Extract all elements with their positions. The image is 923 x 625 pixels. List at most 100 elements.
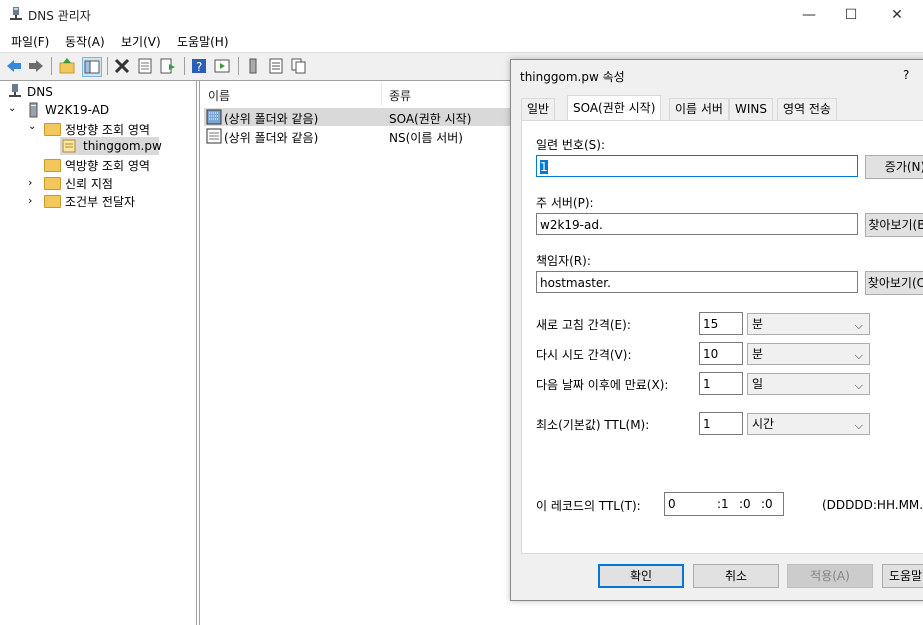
- forward-arrow-icon[interactable]: [27, 57, 45, 75]
- help-button[interactable]: 도움말: [882, 564, 923, 588]
- properties-icon[interactable]: [136, 57, 154, 75]
- expire-label: 다음 날짜 이후에 만료(X):: [536, 378, 669, 392]
- menu-file[interactable]: 파일(F): [11, 33, 49, 50]
- primary-server-input[interactable]: w2k19-ad.: [536, 213, 858, 235]
- tab-name-servers[interactable]: 이름 서버: [669, 98, 729, 120]
- back-arrow-icon[interactable]: [5, 57, 23, 75]
- record-ttl-input[interactable]: 0 :1 :0 :0: [664, 492, 784, 516]
- tree-item-conditional-forwarders[interactable]: 조건부 전달자: [65, 193, 135, 210]
- minimum-ttl-input[interactable]: 1: [699, 412, 743, 435]
- toolbar-separator: [184, 57, 185, 75]
- browse-responsible-button[interactable]: 찾아보기(O)...: [865, 271, 923, 295]
- tree-item-dns[interactable]: DNS: [27, 85, 53, 99]
- action-pane-icon[interactable]: [213, 57, 231, 75]
- minimum-ttl-label: 최소(기본값) TTL(M):: [536, 418, 650, 432]
- expire-unit-value: 일: [752, 377, 764, 391]
- refresh-interval-input[interactable]: 15: [699, 312, 743, 335]
- toolbar-separator: [51, 57, 52, 75]
- record-ttl-format-hint: (DDDDD:HH.MM.SS): [822, 498, 923, 512]
- toolbar-separator: [238, 57, 239, 75]
- chevron-down-icon[interactable]: ⌄: [28, 121, 36, 132]
- tree-item-zone-selected[interactable]: thinggom.pw: [60, 137, 162, 155]
- menu-bar: 파일(F) 동작(A) 보기(V) 도움말(H): [0, 30, 923, 52]
- maximize-button[interactable]: ☐: [828, 0, 874, 30]
- server-icon[interactable]: [244, 57, 262, 75]
- chevron-right-icon[interactable]: ›: [28, 176, 32, 189]
- copy-icon[interactable]: [290, 57, 308, 75]
- tree-item-trust-points[interactable]: 신뢰 지점: [65, 175, 113, 192]
- column-header-name[interactable]: 이름: [208, 87, 230, 104]
- up-folder-icon[interactable]: [58, 57, 76, 75]
- responsible-input[interactable]: hostmaster.: [536, 271, 858, 293]
- retry-interval-label: 다시 시도 간격(V):: [536, 348, 632, 362]
- export-icon[interactable]: [159, 57, 177, 75]
- soa-tab-panel: 일련 번호(S): 1 증가(N) 주 서버(P): w2k19-ad. 찾아보…: [521, 120, 923, 554]
- column-header-type[interactable]: 종류: [389, 87, 411, 104]
- dialog-title: thinggom.pw 속성: [520, 70, 625, 84]
- cancel-button[interactable]: 취소: [693, 564, 779, 588]
- tab-soa[interactable]: SOA(권한 시작): [567, 95, 662, 121]
- tree-item-forward-zones[interactable]: 정방향 조회 영역: [65, 121, 150, 138]
- console-tree: DNS ⌄ W2K19-AD ⌄ 정방향 조회 영역 thinggom.pw 역…: [0, 81, 197, 625]
- menu-view[interactable]: 보기(V): [121, 33, 161, 50]
- increment-button[interactable]: 증가(N): [865, 155, 923, 179]
- minimum-ttl-unit-value: 시간: [752, 417, 775, 431]
- record-icon: [206, 109, 222, 125]
- server-icon: [29, 102, 38, 118]
- refresh-unit-value: 분: [752, 317, 764, 331]
- zone-properties-dialog: thinggom.pw 속성 ? 일반 SOA(권한 시작) 이름 서버 WIN…: [510, 59, 923, 601]
- retry-unit-value: 분: [752, 347, 764, 361]
- apply-button[interactable]: 적용(A): [787, 564, 873, 588]
- record-name: (상위 폴더와 같음): [224, 131, 319, 145]
- menu-action[interactable]: 동작(A): [65, 33, 105, 50]
- table-row[interactable]: (상위 폴더와 같음) SOA(권한 시작): [204, 108, 510, 126]
- show-hide-tree-icon[interactable]: [82, 57, 102, 77]
- chevron-down-icon: ⌵: [854, 379, 863, 392]
- tab-general[interactable]: 일반: [521, 98, 556, 120]
- browse-primary-button[interactable]: 찾아보기(B)...: [865, 213, 923, 237]
- tree-item-reverse-zones[interactable]: 역방향 조회 영역: [65, 157, 150, 174]
- record-ttl-minutes: :0: [739, 497, 751, 511]
- refresh-interval-label: 새로 고침 간격(E):: [536, 318, 631, 332]
- table-row[interactable]: (상위 폴더와 같음) NS(이름 서버): [204, 127, 510, 145]
- serial-input[interactable]: 1: [536, 155, 858, 177]
- menu-help[interactable]: 도움말(H): [177, 33, 229, 50]
- chevron-right-icon[interactable]: ›: [28, 194, 32, 207]
- tree-item-zone-label: thinggom.pw: [83, 139, 162, 153]
- record-type: SOA(권한 시작): [389, 112, 472, 126]
- dns-root-icon: [9, 84, 21, 97]
- responsible-label: 책임자(R):: [536, 254, 591, 268]
- chevron-down-icon: ⌵: [854, 349, 863, 362]
- refresh-unit-select[interactable]: 분 ⌵: [747, 313, 870, 335]
- retry-unit-select[interactable]: 분 ⌵: [747, 343, 870, 365]
- ok-button[interactable]: 확인: [598, 564, 684, 588]
- record-icon: [206, 128, 222, 144]
- window-title: DNS 관리자: [28, 9, 91, 23]
- tab-wins[interactable]: WINS: [729, 98, 773, 120]
- help-icon[interactable]: ?: [190, 57, 208, 75]
- record-type: NS(이름 서버): [389, 131, 463, 145]
- dialog-help-button[interactable]: ?: [903, 68, 909, 82]
- record-ttl-days: 0: [668, 497, 676, 511]
- expire-input[interactable]: 1: [699, 372, 743, 395]
- chevron-down-icon[interactable]: ⌄: [8, 103, 16, 114]
- expire-unit-select[interactable]: 일 ⌵: [747, 373, 870, 395]
- list-view-icon[interactable]: [267, 57, 285, 75]
- close-button[interactable]: ✕: [874, 0, 920, 30]
- tab-zone-transfers[interactable]: 영역 전송: [777, 98, 837, 120]
- minimum-ttl-unit-select[interactable]: 시간 ⌵: [747, 413, 870, 435]
- folder-icon: [44, 195, 61, 208]
- serial-value: 1: [540, 160, 548, 174]
- record-ttl-seconds: :0: [761, 497, 773, 511]
- delete-icon[interactable]: [113, 57, 131, 75]
- record-ttl-label: 이 레코드의 TTL(T):: [536, 499, 641, 513]
- folder-icon: [44, 123, 61, 136]
- toolbar-separator: [107, 57, 108, 75]
- zone-file-icon: [62, 139, 76, 153]
- minimize-button[interactable]: —: [786, 0, 832, 30]
- retry-interval-input[interactable]: 10: [699, 342, 743, 365]
- tree-item-server[interactable]: W2K19-AD: [45, 103, 109, 117]
- chevron-down-icon: ⌵: [854, 319, 863, 332]
- column-divider: [381, 83, 382, 105]
- serial-label: 일련 번호(S):: [536, 138, 605, 152]
